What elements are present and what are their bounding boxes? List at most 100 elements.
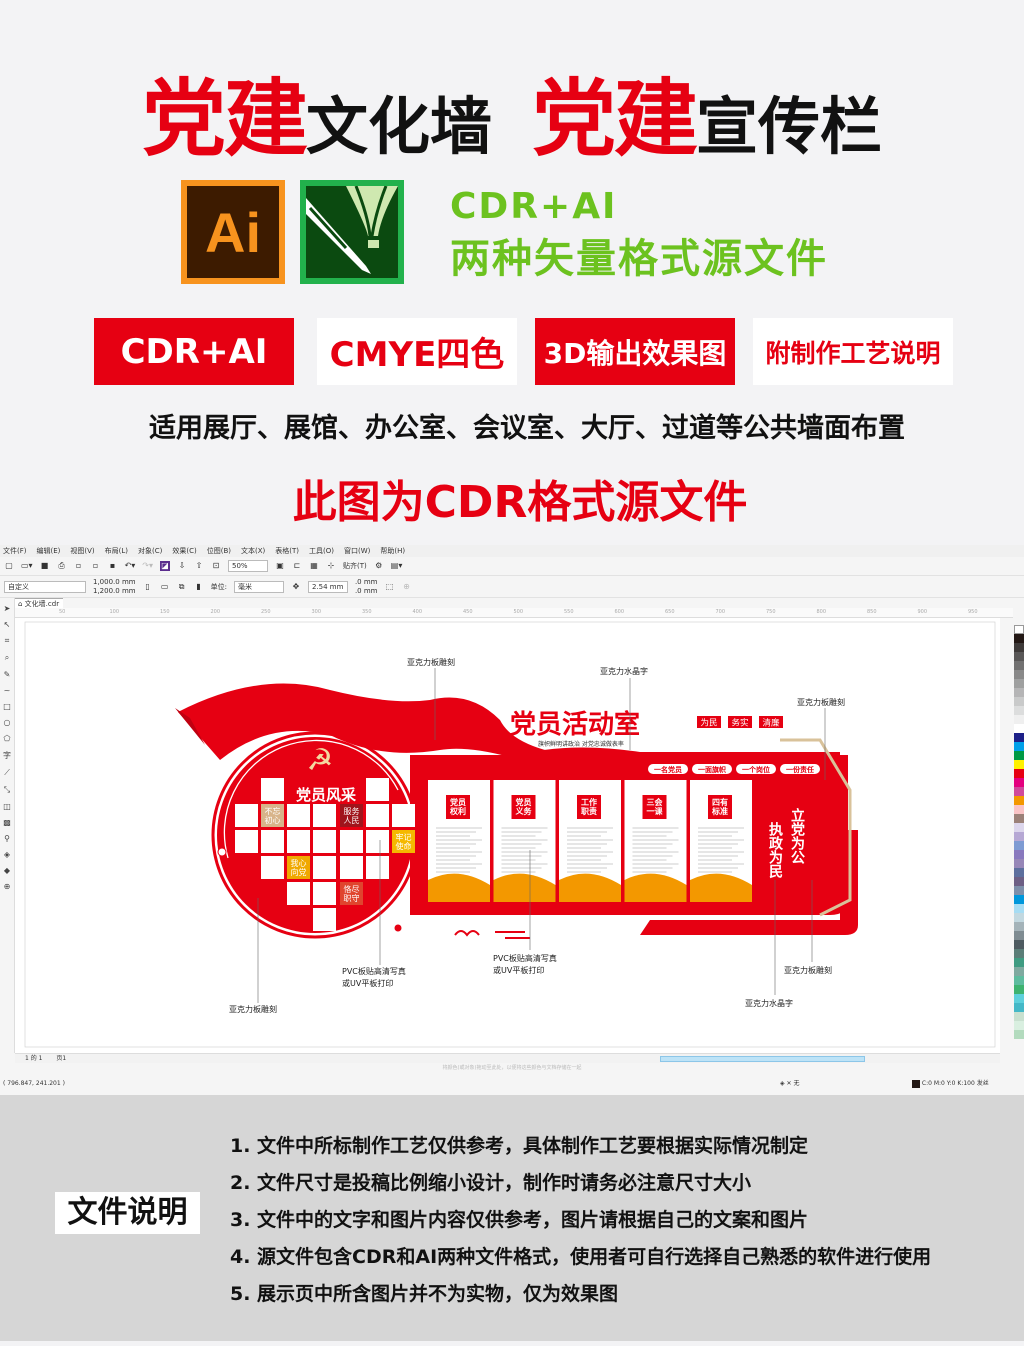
color-swatch[interactable] (1014, 688, 1024, 697)
parallel-dimension-icon[interactable]: ⟋ (4, 768, 10, 778)
color-swatch[interactable] (1014, 1012, 1024, 1021)
artistic-media-icon[interactable]: ~ (4, 686, 11, 695)
app-launcher-icon[interactable]: ▤▾ (391, 561, 403, 571)
menu-item[interactable]: 位图(B) (207, 546, 231, 556)
menu-item[interactable]: 对象(C) (138, 546, 162, 556)
menu-item[interactable]: 编辑(E) (37, 546, 61, 556)
rectangle-tool-icon[interactable]: □ (3, 702, 11, 711)
menu-item[interactable]: 帮助(H) (380, 546, 405, 556)
color-swatch[interactable] (1014, 841, 1024, 850)
color-swatch[interactable] (1014, 859, 1024, 868)
color-swatch[interactable] (1014, 697, 1024, 706)
duplicate-y-field[interactable]: .0 mm (355, 587, 378, 596)
current-page-icon[interactable]: ▮ (194, 582, 204, 592)
cut-icon[interactable]: ▫ (74, 561, 84, 571)
horizontal-scrollbar[interactable] (660, 1056, 865, 1062)
page-width-field[interactable]: 1,000.0 mm (93, 578, 136, 587)
color-swatch[interactable] (1014, 949, 1024, 958)
color-swatch[interactable] (1014, 868, 1024, 877)
color-swatch[interactable] (1014, 823, 1024, 832)
color-swatch[interactable] (1014, 760, 1024, 769)
full-screen-icon[interactable]: ▣ (275, 561, 285, 571)
menu-item[interactable]: 布局(L) (105, 546, 128, 556)
pdf-icon[interactable]: ⊡ (211, 561, 221, 571)
color-swatch[interactable] (1014, 904, 1024, 913)
doc-tab[interactable]: ⌂ 文化墙.cdr (14, 598, 64, 608)
fill-icon[interactable]: ◈ (4, 850, 10, 859)
freehand-tool-icon[interactable]: ✎ (4, 670, 11, 679)
menu-item[interactable]: 视图(V) (70, 546, 94, 556)
no-color-swatch[interactable] (1014, 625, 1024, 634)
color-swatch[interactable] (1014, 751, 1024, 760)
add-tool-icon[interactable]: ⊕ (4, 882, 11, 891)
redo-icon[interactable]: ↷▾ (142, 561, 153, 571)
rulers-icon[interactable]: ⊏ (292, 561, 302, 571)
portrait-icon[interactable]: ▯ (143, 582, 153, 592)
color-swatch[interactable] (1014, 1030, 1024, 1039)
snap-dropdown[interactable]: 贴齐(T) (343, 561, 367, 571)
transparency-icon[interactable]: ▩ (3, 818, 11, 827)
color-swatch[interactable] (1014, 895, 1024, 904)
menu-item[interactable]: 窗口(W) (344, 546, 370, 556)
color-swatch[interactable] (1014, 922, 1024, 931)
copy-icon[interactable]: ▫ (91, 561, 101, 571)
color-swatch[interactable] (1014, 994, 1024, 1003)
color-swatch[interactable] (1014, 814, 1024, 823)
guides-icon[interactable]: ⊹ (326, 561, 336, 571)
color-swatch[interactable] (1014, 661, 1024, 670)
horizontal-ruler[interactable]: 50 100 150 200 250 300 350 400 450 500 550 600 650 70… (15, 608, 1013, 618)
color-swatch[interactable] (1014, 1003, 1024, 1012)
page-tab[interactable]: 页1 (56, 1055, 66, 1062)
color-swatch[interactable] (1014, 976, 1024, 985)
smart-fill-icon[interactable]: ◆ (4, 866, 10, 875)
crop-tool-icon[interactable]: ⌗ (5, 636, 10, 646)
color-swatch[interactable] (1014, 652, 1024, 661)
color-swatch[interactable] (1014, 886, 1024, 895)
color-swatch[interactable] (1014, 787, 1024, 796)
color-swatch[interactable] (1014, 724, 1024, 733)
color-swatch[interactable] (1014, 679, 1024, 688)
save-icon[interactable]: ■ (40, 561, 50, 571)
color-swatch[interactable] (1014, 913, 1024, 922)
drawing-canvas[interactable]: ☭ 不忘初心 服务人民 牢记使命 我心向党 恪尽职守 党员风采 党员活动室 旗帜鲜明讲政… (15, 618, 1000, 1053)
color-swatch[interactable] (1014, 634, 1024, 643)
pick-tool-icon[interactable]: ➤ (4, 604, 11, 613)
page-nav[interactable]: 1 的 1 (25, 1055, 42, 1062)
corel-connect-icon[interactable]: ◪ (160, 561, 171, 571)
ellipse-tool-icon[interactable]: ○ (4, 718, 11, 727)
color-swatch[interactable] (1014, 850, 1024, 859)
color-swatch[interactable] (1014, 877, 1024, 886)
menu-item[interactable]: 效果(C) (172, 546, 196, 556)
nudge-field[interactable]: 2.54 mm (307, 580, 348, 593)
color-swatch[interactable] (1014, 940, 1024, 949)
menu-item[interactable]: 工具(O) (309, 546, 334, 556)
bleed-icon[interactable]: ⬚ (385, 582, 395, 592)
color-swatch[interactable] (1014, 742, 1024, 751)
all-pages-icon[interactable]: ⧉ (177, 582, 187, 592)
paste-icon[interactable]: ▪ (108, 561, 118, 571)
color-swatch[interactable] (1014, 967, 1024, 976)
color-swatch[interactable] (1014, 715, 1024, 724)
polygon-tool-icon[interactable]: ⬠ (4, 734, 11, 743)
zoom-level-select[interactable]: 50% (228, 560, 269, 572)
import-icon[interactable]: ⇩ (177, 561, 187, 571)
eyedropper-icon[interactable]: ⚲ (4, 834, 10, 843)
color-swatch[interactable] (1014, 733, 1024, 742)
color-swatch[interactable] (1014, 643, 1024, 652)
shape-tool-icon[interactable]: ↖ (4, 620, 11, 629)
drop-shadow-icon[interactable]: ◫ (3, 802, 11, 811)
landscape-icon[interactable]: ▭ (160, 582, 170, 592)
color-swatch[interactable] (1014, 706, 1024, 715)
color-swatch[interactable] (1014, 805, 1024, 814)
open-icon[interactable]: ▭▾ (21, 561, 33, 571)
color-swatch[interactable] (1014, 778, 1024, 787)
color-swatch[interactable] (1014, 796, 1024, 805)
export-icon[interactable]: ⇧ (194, 561, 204, 571)
add-icon[interactable]: ⊕ (402, 582, 412, 592)
text-tool-icon[interactable]: 字 (3, 750, 11, 761)
units-select[interactable]: 毫米 (233, 580, 284, 593)
menu-item[interactable]: 表格(T) (275, 546, 299, 556)
menu-item[interactable]: 文件(F) (3, 546, 27, 556)
zoom-tool-icon[interactable]: ⌕ (5, 653, 9, 663)
color-swatch[interactable] (1014, 832, 1024, 841)
